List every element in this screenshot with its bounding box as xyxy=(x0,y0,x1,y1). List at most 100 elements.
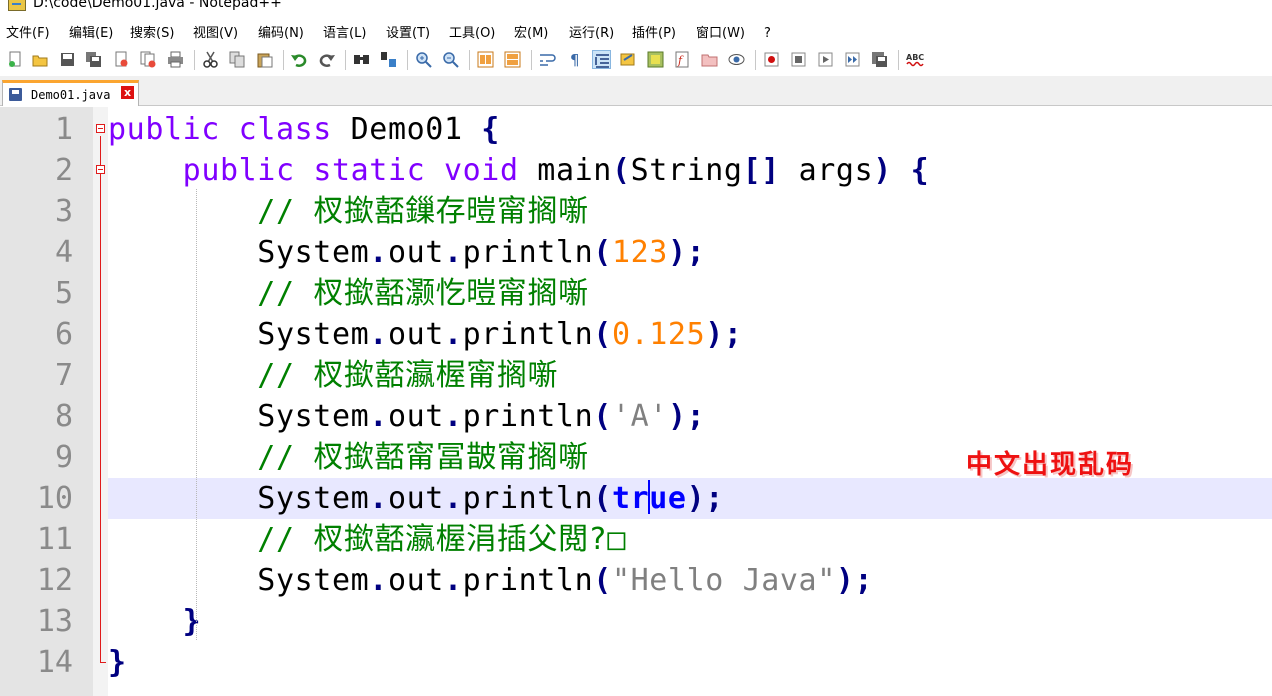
code-line[interactable]: 4 System.out.println(123); xyxy=(0,232,1272,273)
cut-icon[interactable] xyxy=(201,50,220,69)
menu-search[interactable]: 搜索(S) xyxy=(130,26,174,42)
menu-plugins[interactable]: 插件(P) xyxy=(632,26,676,42)
line-number: 11 xyxy=(36,522,73,557)
menu-help[interactable]: ? xyxy=(764,26,771,42)
find-icon[interactable] xyxy=(352,50,371,69)
menu-file[interactable]: 文件(F) xyxy=(6,26,50,42)
sync-vertical-icon[interactable] xyxy=(476,50,495,69)
code-line-content[interactable]: // 杈撳嚭灏忔暟甯搁噺 xyxy=(108,273,1272,314)
zoom-in-icon[interactable] xyxy=(414,50,433,69)
menu-window[interactable]: 窗口(W) xyxy=(696,26,745,42)
code-line[interactable]: 10 System.out.println(true); xyxy=(0,478,1272,519)
code-text: // 杈撳嚭灏忔暟甯搁噺 xyxy=(108,273,589,314)
code-token: 'A' xyxy=(611,399,668,434)
tab-demo01-java[interactable]: Demo01.java x xyxy=(2,80,139,106)
copy-icon[interactable] xyxy=(228,50,247,69)
replace-icon[interactable] xyxy=(379,50,398,69)
code-line-content[interactable]: System.out.println(0.125); xyxy=(108,314,1272,355)
code-line[interactable]: 12 System.out.println("Hello Java"); xyxy=(0,560,1272,601)
paste-icon[interactable] xyxy=(255,50,274,69)
code-token: System xyxy=(257,563,370,598)
menu-bar: 文件(F) 编辑(E) 搜索(S) 视图(V) 编码(N) 语言(L) 设置(T… xyxy=(0,22,1272,46)
code-comment: // 杈撳嚭灏忔暟甯搁噺 xyxy=(257,276,589,311)
monitor-icon[interactable] xyxy=(727,50,746,69)
redo-icon[interactable] xyxy=(317,50,336,69)
stop-macro-icon[interactable] xyxy=(789,50,808,69)
menu-edit[interactable]: 编辑(E) xyxy=(69,26,113,42)
code-line-content[interactable]: // 杈撳嚭瀛楃甯搁噺 xyxy=(108,355,1272,396)
code-line[interactable]: 8 System.out.println('A'); xyxy=(0,396,1272,437)
spellcheck-icon[interactable]: ABC xyxy=(905,50,924,69)
run-macro-multiple-icon[interactable] xyxy=(843,50,862,69)
code-line[interactable]: 6 System.out.println(0.125); xyxy=(0,314,1272,355)
menu-settings[interactable]: 设置(T) xyxy=(386,26,430,42)
code-line[interactable]: 2 public static void main(String[] args)… xyxy=(0,150,1272,191)
menu-tools[interactable]: 工具(O) xyxy=(449,26,495,42)
window-title: D:\code\Demo01.java - Notepad++ xyxy=(33,0,282,11)
code-token: ) xyxy=(873,153,892,188)
code-token: . xyxy=(369,399,388,434)
code-line-content[interactable]: System.out.println('A'); xyxy=(108,396,1272,437)
show-all-chars-icon[interactable]: ¶ xyxy=(565,50,584,69)
code-line[interactable]: 5 // 杈撳嚭灏忔暟甯搁噺 xyxy=(0,273,1272,314)
code-line-content[interactable]: } xyxy=(108,642,1272,683)
code-text: System.out.println(true); xyxy=(108,478,724,519)
code-line[interactable]: 14} xyxy=(0,642,1272,683)
save-icon[interactable] xyxy=(58,50,77,69)
tab-close-icon[interactable]: x xyxy=(121,86,134,99)
close-all-icon[interactable] xyxy=(139,50,158,69)
undo-icon[interactable] xyxy=(290,50,309,69)
menu-language[interactable]: 语言(L) xyxy=(323,26,366,42)
code-line-content[interactable]: System.out.println("Hello Java"); xyxy=(108,560,1272,601)
code-line[interactable]: 13 } xyxy=(0,601,1272,642)
menu-view[interactable]: 视图(V) xyxy=(193,26,238,42)
doc-map-icon[interactable] xyxy=(646,50,665,69)
code-text: System.out.println('A'); xyxy=(108,396,705,437)
code-token: [] xyxy=(742,153,780,188)
code-line[interactable]: 1 public class Demo01 { xyxy=(0,109,1272,150)
close-icon[interactable] xyxy=(112,50,131,69)
code-line[interactable]: 3 // 杈撳嚭鏁存暟甯搁噺 xyxy=(0,191,1272,232)
new-file-icon[interactable] xyxy=(6,50,25,69)
save-macro-icon[interactable] xyxy=(870,50,889,69)
code-token: out xyxy=(387,235,444,270)
play-macro-icon[interactable] xyxy=(816,50,835,69)
code-line-content[interactable]: public class Demo01 { xyxy=(108,109,1272,150)
menu-macro[interactable]: 宏(M) xyxy=(514,26,548,42)
notepadpp-app-icon[interactable] xyxy=(8,0,26,11)
code-line-content[interactable]: // 杈撳嚭鏁存暟甯搁噺 xyxy=(108,191,1272,232)
code-token: . xyxy=(443,235,463,270)
code-token: out xyxy=(387,317,444,352)
function-list-icon[interactable]: f xyxy=(673,50,692,69)
code-token: public xyxy=(182,153,295,188)
word-wrap-icon[interactable] xyxy=(538,50,557,69)
line-number: 4 xyxy=(54,235,73,270)
code-editor[interactable]: 1 public class Demo01 {2 public static vo… xyxy=(0,107,1272,696)
menu-run[interactable]: 运行(R) xyxy=(569,26,614,42)
save-all-icon[interactable] xyxy=(84,50,103,69)
folder-workspace-icon[interactable] xyxy=(700,50,719,69)
code-line-content[interactable]: // 杈撳嚭瀛楃涓插父閲?□ xyxy=(108,519,1272,560)
code-line-content[interactable]: } xyxy=(108,601,1272,642)
code-token: ( xyxy=(593,563,612,598)
code-text: // 杈撳嚭甯冨皵甯搁噺 xyxy=(108,437,589,478)
code-text: System.out.println(0.125); xyxy=(108,314,743,355)
code-token: . xyxy=(443,399,463,434)
indent-guide-icon[interactable] xyxy=(592,50,611,69)
code-line-content[interactable]: System.out.println(true); xyxy=(108,478,1272,519)
user-lang-icon[interactable] xyxy=(619,50,638,69)
toolbar-separator xyxy=(755,50,756,70)
code-line-content[interactable]: public static void main(String[] args) { xyxy=(108,150,1272,191)
code-line[interactable]: 11 // 杈撳嚭瀛楃涓插父閲?□ xyxy=(0,519,1272,560)
zoom-out-icon[interactable] xyxy=(441,50,460,69)
record-macro-icon[interactable] xyxy=(762,50,781,69)
code-token: . xyxy=(443,563,463,598)
print-icon[interactable] xyxy=(166,50,185,69)
sync-horizontal-icon[interactable] xyxy=(503,50,522,69)
code-text: System.out.println(123); xyxy=(108,232,705,273)
code-line-content[interactable]: System.out.println(123); xyxy=(108,232,1272,273)
menu-encoding[interactable]: 编码(N) xyxy=(258,26,304,42)
code-line[interactable]: 7 // 杈撳嚭瀛楃甯搁噺 xyxy=(0,355,1272,396)
open-file-icon[interactable] xyxy=(31,50,50,69)
